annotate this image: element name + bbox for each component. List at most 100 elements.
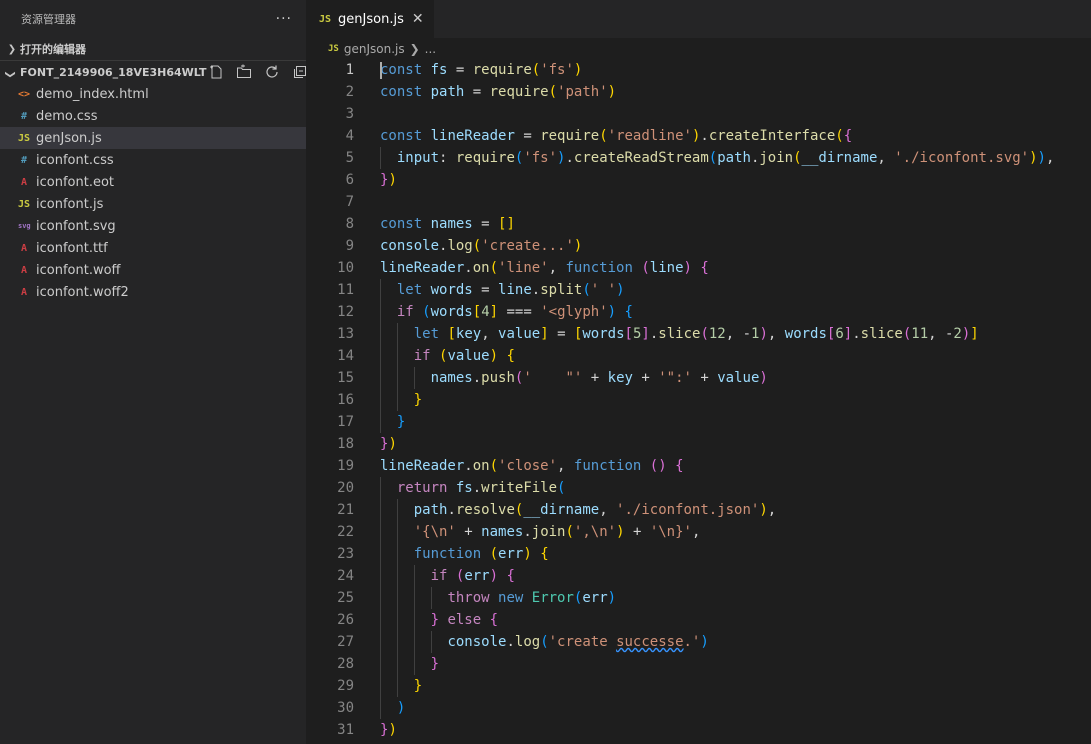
- code-token: +: [632, 370, 659, 386]
- breadcrumb-rest[interactable]: ...: [425, 42, 436, 56]
- explorer-sidebar: 资源管理器 ··· ❯ 打开的编辑器 ❯ FONT_2149906_18VE3H…: [0, 0, 306, 744]
- file-name: iconfont.woff: [36, 262, 121, 278]
- file-item[interactable]: Aiconfont.woff2: [0, 281, 306, 303]
- code-token: key: [607, 370, 633, 386]
- code-token: ): [759, 326, 768, 342]
- code-token: 'close': [498, 458, 558, 474]
- code-token: ,: [691, 524, 701, 540]
- file-item[interactable]: JS iconfont.js: [0, 193, 306, 215]
- tab-genjson[interactable]: JS genJson.js ✕: [306, 0, 434, 38]
- code-token: path: [413, 502, 448, 518]
- code-token: join: [759, 150, 794, 166]
- code-line: 16 }: [306, 389, 1091, 411]
- new-file-icon[interactable]: [206, 62, 226, 82]
- code-token: resolve: [455, 502, 515, 518]
- code-text: lineReader.on('close', function () {: [380, 455, 684, 477]
- code-token: './iconfont.svg': [894, 150, 1030, 166]
- file-item[interactable]: <> demo_index.html: [0, 83, 306, 105]
- file-type-icon: JS: [18, 132, 31, 144]
- code-token: .: [447, 502, 456, 518]
- code-token: const: [380, 216, 423, 232]
- code-token: fs: [430, 62, 448, 78]
- file-item[interactable]: # iconfont.css: [0, 149, 306, 171]
- code-token: ): [388, 722, 397, 738]
- code-token: line: [649, 260, 684, 276]
- line-number: 10: [337, 260, 354, 276]
- file-item[interactable]: # demo.css: [0, 105, 306, 127]
- line-number: 26: [337, 612, 354, 628]
- collapse-all-icon[interactable]: [290, 62, 306, 82]
- close-icon[interactable]: ✕: [412, 11, 424, 27]
- code-token: (: [472, 238, 482, 254]
- line-number: 23: [337, 546, 354, 562]
- code-token: (: [548, 84, 558, 100]
- refresh-icon[interactable]: [262, 62, 282, 82]
- code-token: ): [396, 700, 406, 716]
- file-item[interactable]: svg iconfont.svg: [0, 215, 306, 237]
- code-token: 12: [708, 326, 726, 342]
- line-number: 20: [337, 480, 354, 496]
- code-token: }: [430, 612, 440, 628]
- line-number: 30: [337, 700, 354, 716]
- code-token: path: [430, 84, 465, 100]
- code-token: .: [464, 458, 473, 474]
- chevron-down-icon: ❯: [4, 69, 16, 79]
- code-token: =: [472, 282, 499, 298]
- code-line: 13 let [key, value] = [words[5].slice(12…: [306, 323, 1091, 345]
- file-type-icon: A: [20, 286, 28, 298]
- code-token: {: [843, 128, 853, 144]
- indent-guide: [413, 367, 415, 389]
- code-token: 4: [481, 304, 490, 320]
- file-type-icon: A: [20, 264, 28, 276]
- code-token: (: [489, 260, 499, 276]
- code-token: 'readline': [607, 128, 692, 144]
- file-item[interactable]: Aiconfont.woff: [0, 259, 306, 281]
- code-token: ' "': [523, 370, 583, 386]
- file-name: iconfont.svg: [36, 218, 116, 234]
- breadcrumb-file[interactable]: genJson.js: [344, 42, 405, 56]
- code-token: 6: [835, 326, 844, 342]
- file-item[interactable]: JS genJson.js: [0, 127, 306, 149]
- code-token: ,: [877, 150, 895, 166]
- code-line: 28 }: [306, 653, 1091, 675]
- new-folder-icon[interactable]: [234, 62, 254, 82]
- file-item[interactable]: Aiconfont.ttf: [0, 237, 306, 259]
- code-token: +: [582, 370, 608, 386]
- line-number: 6: [345, 172, 354, 188]
- line-number: 22: [337, 524, 354, 540]
- file-type-icon: JS: [18, 198, 31, 210]
- code-token: names: [430, 216, 473, 232]
- code-token: names: [481, 524, 524, 540]
- code-token: {: [489, 612, 499, 628]
- code-text: let words = line.split(' '): [380, 279, 625, 301]
- code-token: names: [430, 370, 473, 386]
- code-token: words: [784, 326, 827, 342]
- code-line: 10 lineReader.on('line', function (line) …: [306, 257, 1091, 279]
- code-token: 11: [911, 326, 929, 342]
- code-line: 8 const names = []: [306, 213, 1091, 235]
- code-text: }: [380, 653, 439, 675]
- code-token: const: [380, 62, 423, 78]
- file-item[interactable]: Aiconfont.eot: [0, 171, 306, 193]
- code-editor[interactable]: 1 const fs = require('fs') 2 const path = r…: [306, 59, 1091, 741]
- code-token: split: [540, 282, 583, 298]
- open-editors-section[interactable]: ❯ 打开的编辑器: [0, 38, 306, 60]
- code-token: }: [396, 414, 406, 430]
- code-token: {: [540, 546, 549, 562]
- code-token: function: [573, 458, 642, 474]
- code-token: .: [523, 524, 532, 540]
- folder-section[interactable]: ❯ FONT_2149906_18VE3H64WLT: [0, 60, 306, 83]
- code-token: lineReader: [380, 260, 465, 276]
- indent-guide: [413, 565, 415, 675]
- code-token: [: [447, 326, 456, 342]
- code-token: ): [1037, 150, 1046, 166]
- code-text: const fs = require('fs'): [380, 59, 582, 81]
- code-token: const: [380, 128, 423, 144]
- more-actions-icon[interactable]: ···: [276, 11, 292, 27]
- code-line: 23 function (err) {: [306, 543, 1091, 565]
